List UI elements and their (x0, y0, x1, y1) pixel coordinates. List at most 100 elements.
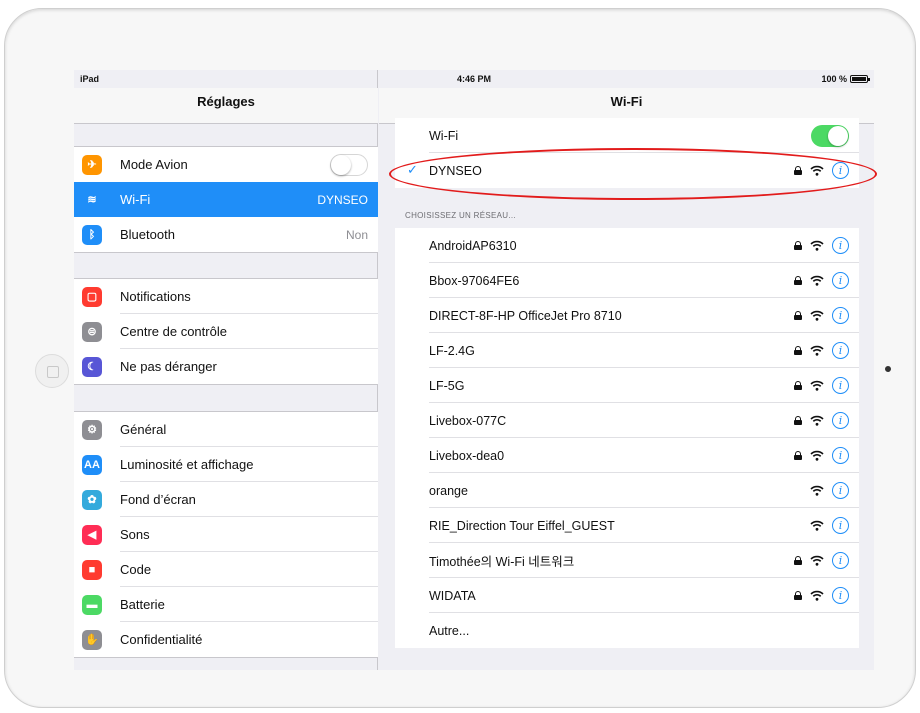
wifi-signal-icon (810, 590, 824, 601)
camera (885, 366, 891, 372)
sidebar-item-gear[interactable]: ⚙ Général (74, 412, 378, 447)
other-network-row[interactable]: Autre... (395, 613, 859, 648)
wifi-signal-icon (810, 345, 824, 356)
detail-title: Wi-Fi (610, 94, 643, 109)
network-row[interactable]: RIE_Direction Tour Eiffel_GUEST i (395, 508, 859, 543)
sidebar-item-label: Notifications (120, 289, 191, 304)
choose-network-header: CHOISISSEZ UN RÉSEAU... (405, 211, 516, 220)
airplane-mode-toggle[interactable] (330, 153, 368, 176)
notifications-icon: ▢ (82, 286, 102, 307)
info-icon[interactable]: i (832, 162, 849, 179)
network-row[interactable]: LF-5G i (395, 368, 859, 403)
battery-icon: ▬ (82, 594, 102, 615)
network-name: RIE_Direction Tour Eiffel_GUEST (429, 518, 615, 533)
lock-icon (794, 381, 802, 390)
sidebar-item-wifi[interactable]: ≋ Wi-Fi DYNSEO (74, 182, 378, 217)
wifi-signal-icon (810, 415, 824, 426)
sidebar-item-control-center[interactable]: ⊜ Centre de contrôle (74, 314, 378, 349)
network-list: AndroidAP6310 i Bbox-97064FE6 i DIRECT-8F-HP… (395, 228, 859, 648)
moon-icon: ☾ (82, 356, 102, 377)
network-row[interactable]: AndroidAP6310 i (395, 228, 859, 263)
network-row[interactable]: Livebox-077C i (395, 403, 859, 438)
wifi-signal-icon (810, 450, 824, 461)
airplane-icon: ✈ (82, 154, 102, 175)
sidebar-item-speaker[interactable]: ◀ Sons (74, 517, 378, 552)
status-time: 4:46 PM (456, 74, 491, 84)
brightness-icon: AA (82, 454, 102, 475)
wifi-signal-icon (810, 555, 824, 566)
sidebar-item-moon[interactable]: ☾ Ne pas déranger (74, 349, 378, 384)
sidebar-item-hand[interactable]: ✋ Confidentialité (74, 622, 378, 657)
settings-group-connectivity: ✈ Mode Avion ≋ Wi-Fi DYNSEO ᛒ Bluetooth Non (74, 146, 378, 253)
sidebar-title: Réglages (197, 94, 255, 109)
control-center-icon: ⊜ (82, 321, 102, 342)
connected-network-name: DYNSEO (429, 163, 482, 178)
wifi-signal-icon (810, 310, 824, 321)
lock-icon (794, 451, 802, 460)
speaker-icon: ◀ (82, 524, 102, 545)
network-name: WIDATA (429, 588, 476, 603)
sidebar-item-label: Wi-Fi (120, 192, 151, 207)
wifi-signal-icon (810, 165, 824, 176)
battery-icon (850, 75, 870, 83)
wifi-signal-icon (810, 520, 824, 531)
lock-icon (794, 346, 802, 355)
info-icon[interactable]: i (832, 517, 849, 534)
sidebar-item-bluetooth[interactable]: ᛒ Bluetooth Non (74, 217, 378, 252)
info-icon[interactable]: i (832, 587, 849, 604)
network-row[interactable]: WIDATA i (395, 578, 859, 613)
lock-icon: ■ (82, 559, 102, 580)
network-row[interactable]: Timothée의 Wi-Fi 네트워크 i (395, 543, 859, 578)
info-icon[interactable]: i (832, 307, 849, 324)
sidebar-item-brightness[interactable]: AA Luminosité et affichage (74, 447, 378, 482)
checkmark-icon: ✓ (407, 162, 418, 177)
info-icon[interactable]: i (832, 342, 849, 359)
info-icon[interactable]: i (832, 237, 849, 254)
info-icon[interactable]: i (832, 412, 849, 429)
wifi-toggle-label: Wi-Fi (429, 128, 459, 143)
sidebar-item-wallpaper[interactable]: ✿ Fond d’écran (74, 482, 378, 517)
info-icon[interactable]: i (832, 377, 849, 394)
sidebar-item-airplane[interactable]: ✈ Mode Avion (74, 147, 378, 182)
settings-group-notifications: ▢ Notifications ⊜ Centre de contrôle ☾ Ne pas… (74, 278, 378, 385)
sidebar-item-value: Non (345, 227, 368, 242)
network-name: AndroidAP6310 (429, 238, 517, 253)
lock-icon (794, 416, 802, 425)
info-icon[interactable]: i (832, 552, 849, 569)
wifi-toggle[interactable] (811, 124, 849, 147)
sidebar-item-lock[interactable]: ■ Code (74, 552, 378, 587)
bluetooth-icon: ᛒ (82, 224, 102, 245)
sidebar-item-label: Centre de contrôle (120, 324, 227, 339)
network-name: orange (429, 483, 468, 498)
connected-network-row[interactable]: ✓ DYNSEO i (395, 153, 859, 188)
lock-icon (794, 166, 802, 175)
network-row[interactable]: Bbox-97064FE6 i (395, 263, 859, 298)
sidebar-item-battery[interactable]: ▬ Batterie (74, 587, 378, 622)
info-icon[interactable]: i (832, 447, 849, 464)
hand-icon: ✋ (82, 629, 102, 650)
network-name: Bbox-97064FE6 (429, 273, 520, 288)
network-name: Livebox-dea0 (429, 448, 505, 463)
lock-icon (794, 241, 802, 250)
network-name: DIRECT-8F-HP OfficeJet Pro 8710 (429, 308, 622, 323)
info-icon[interactable]: i (832, 482, 849, 499)
gear-icon: ⚙ (82, 419, 102, 440)
network-row[interactable]: LF-2.4G i (395, 333, 859, 368)
network-row[interactable]: DIRECT-8F-HP OfficeJet Pro 8710 i (395, 298, 859, 333)
network-row[interactable]: Livebox-dea0 i (395, 438, 859, 473)
sidebar-item-notifications[interactable]: ▢ Notifications (74, 279, 378, 314)
wifi-toggle-group: Wi-Fi ✓ DYNSEO i (395, 118, 859, 188)
sidebar-item-label: Sons (120, 527, 150, 542)
network-row[interactable]: orange i (395, 473, 859, 508)
lock-icon (794, 556, 802, 565)
sidebar-item-label: Luminosité et affichage (120, 457, 254, 472)
home-button[interactable] (35, 354, 69, 388)
sidebar-item-label: Bluetooth (120, 227, 175, 242)
battery-percent: 100 % (821, 74, 847, 84)
sidebar-item-label: Général (120, 422, 167, 437)
battery-status: 100 % (821, 74, 870, 84)
sidebar-item-label: Code (120, 562, 152, 577)
lock-icon (794, 311, 802, 320)
wifi-signal-icon (810, 485, 824, 496)
info-icon[interactable]: i (832, 272, 849, 289)
